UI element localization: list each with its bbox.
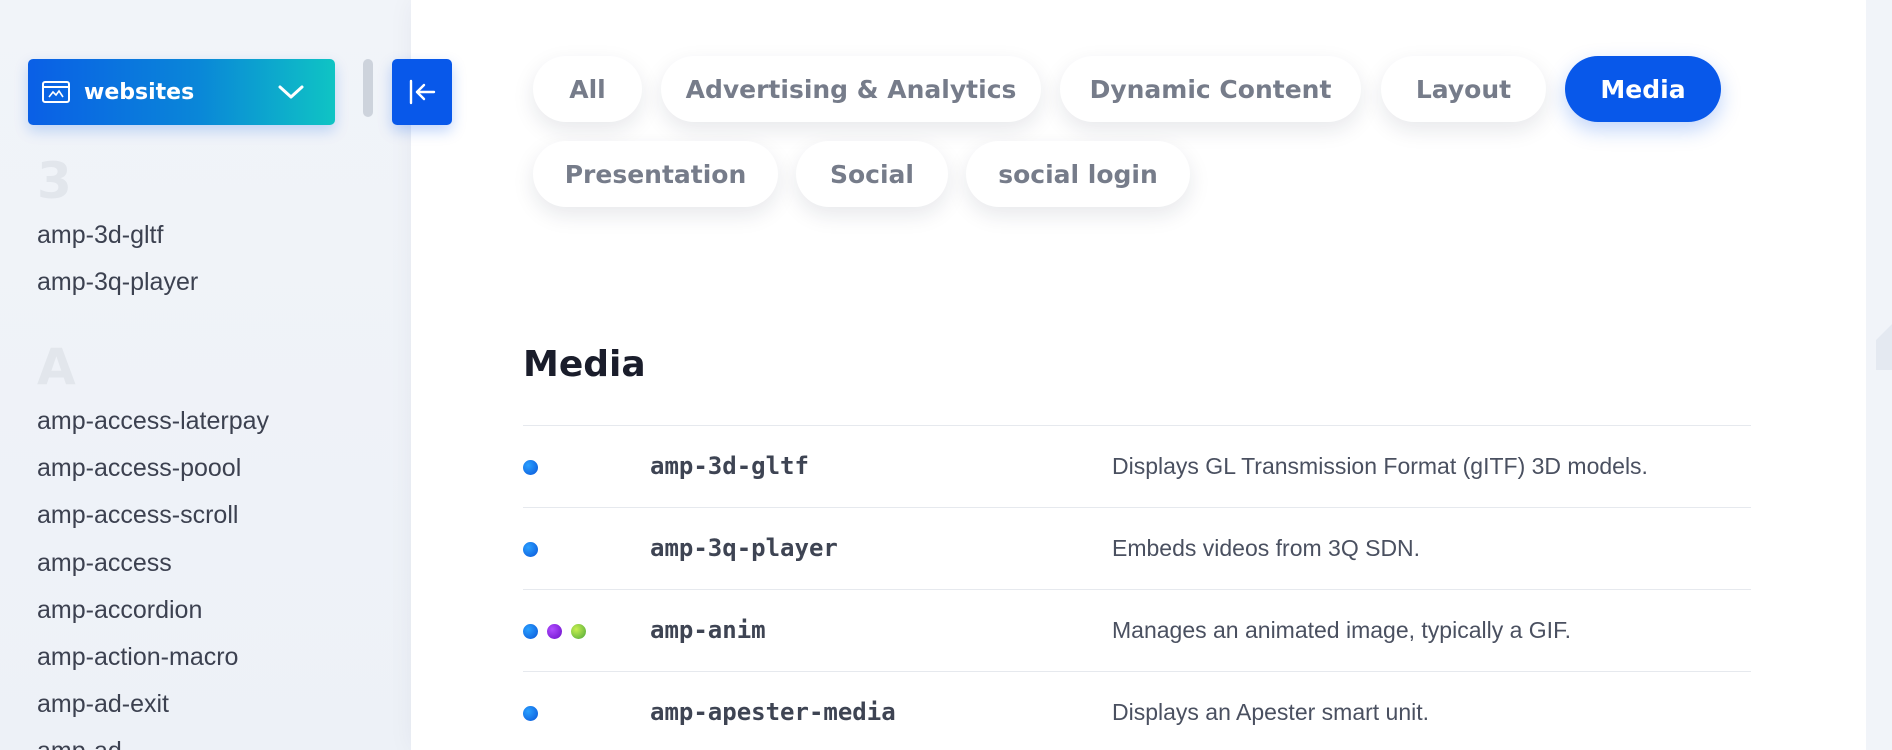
- sidebar-item-amp-access[interactable]: amp-access: [37, 540, 269, 587]
- section-letter-3: 3: [37, 152, 72, 210]
- sidebar-item-amp-access-scroll[interactable]: amp-access-scroll: [37, 492, 269, 539]
- sidebar-item-amp-3q-player[interactable]: amp-3q-player: [37, 259, 198, 306]
- sidebar-item-amp-accordion[interactable]: amp-accordion: [37, 587, 269, 634]
- stories-format-dot: [547, 624, 562, 639]
- websites-format-dot: [523, 624, 538, 639]
- format-indicators: [523, 624, 586, 639]
- component-link[interactable]: amp-apester-media: [650, 698, 896, 726]
- background-decoration: [1876, 290, 1892, 370]
- sidebar-item-amp-3d-gltf[interactable]: amp-3d-gltf: [37, 212, 198, 259]
- component-table: amp-3d-gltf Displays GL Transmission For…: [523, 425, 1751, 750]
- filter-media[interactable]: Media: [1565, 56, 1721, 122]
- sidebar-resize-handle[interactable]: [363, 59, 373, 117]
- component-link[interactable]: amp-3q-player: [650, 534, 838, 562]
- websites-format-dot: [523, 460, 538, 475]
- table-row: amp-apester-media Displays an Apester sm…: [523, 671, 1751, 750]
- table-row: amp-3q-player Embeds videos from 3Q SDN.: [523, 507, 1751, 589]
- filter-all[interactable]: All: [533, 56, 642, 122]
- format-select[interactable]: websites: [28, 59, 335, 125]
- component-description: Manages an animated image, typically a G…: [1112, 617, 1571, 643]
- sidebar-item-amp-ad[interactable]: amp-ad: [37, 728, 269, 750]
- component-link[interactable]: amp-3d-gltf: [650, 452, 809, 480]
- collapse-left-icon: [409, 79, 436, 105]
- filter-presentation[interactable]: Presentation: [533, 141, 778, 207]
- filter-social-login[interactable]: social login: [966, 141, 1190, 207]
- website-icon: [42, 81, 70, 103]
- component-description: Embeds videos from 3Q SDN.: [1112, 535, 1421, 561]
- component-list-a: amp-access-laterpay amp-access-poool amp…: [37, 398, 269, 750]
- ads-format-dot: [571, 624, 586, 639]
- component-description: Displays GL Transmission Format (gITF) 3…: [1112, 453, 1648, 479]
- websites-format-dot: [523, 706, 538, 721]
- table-row: amp-anim Manages an animated image, typi…: [523, 589, 1751, 671]
- format-indicators: [523, 706, 538, 721]
- background-edge: [1866, 0, 1892, 750]
- sidebar-item-amp-access-laterpay[interactable]: amp-access-laterpay: [37, 398, 269, 445]
- sidebar: websites 3 amp-3d-gltf amp-3q-player A a…: [0, 0, 411, 750]
- section-letter-a: A: [37, 338, 76, 396]
- filter-social[interactable]: Social: [796, 141, 948, 207]
- component-description: Displays an Apester smart unit.: [1112, 699, 1430, 725]
- format-indicators: [523, 542, 538, 557]
- chevron-down-icon: [278, 85, 304, 99]
- sidebar-item-amp-access-poool[interactable]: amp-access-poool: [37, 445, 269, 492]
- format-select-label: websites: [84, 79, 195, 105]
- websites-format-dot: [523, 542, 538, 557]
- filter-layout[interactable]: Layout: [1381, 56, 1546, 122]
- component-link[interactable]: amp-anim: [650, 616, 766, 644]
- filter-advertising-analytics[interactable]: Advertising & Analytics: [661, 56, 1041, 122]
- filter-dynamic-content[interactable]: Dynamic Content: [1060, 56, 1361, 122]
- sidebar-item-amp-ad-exit[interactable]: amp-ad-exit: [37, 681, 269, 728]
- component-list-3: amp-3d-gltf amp-3q-player: [37, 212, 198, 306]
- table-row: amp-3d-gltf Displays GL Transmission For…: [523, 425, 1751, 507]
- collapse-sidebar-button[interactable]: [392, 59, 452, 125]
- section-heading: Media: [523, 344, 646, 385]
- sidebar-item-amp-action-macro[interactable]: amp-action-macro: [37, 634, 269, 681]
- format-indicators: [523, 460, 538, 475]
